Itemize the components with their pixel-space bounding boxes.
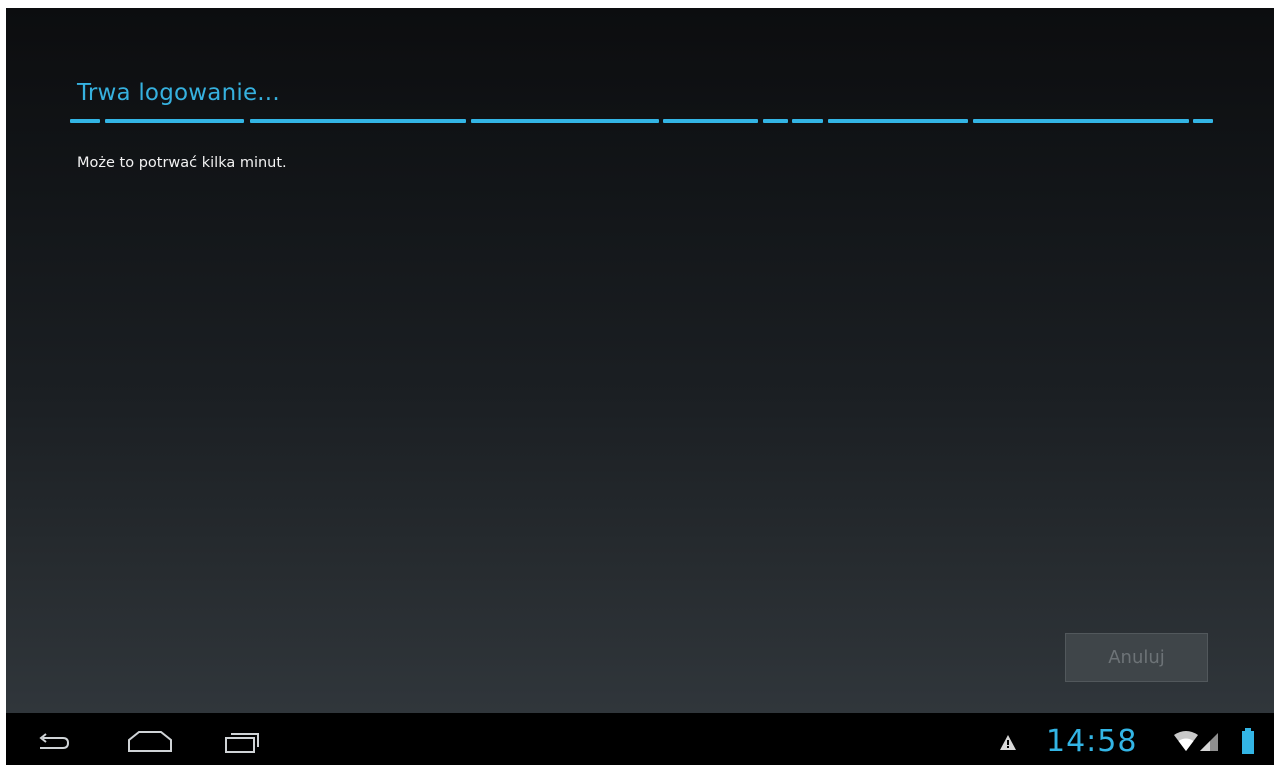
wifi-icon	[1174, 731, 1198, 751]
progress-segment	[763, 119, 788, 123]
login-progress-dialog: Trwa logowanie... Może to potrwać kilka …	[6, 8, 1274, 713]
screen: Trwa logowanie... Może to potrwać kilka …	[6, 8, 1274, 765]
progress-segment	[973, 119, 1189, 123]
progress-segment	[792, 119, 823, 123]
warning-icon	[1000, 735, 1016, 750]
progress-segment	[828, 119, 968, 123]
progress-segment	[663, 119, 758, 123]
progress-segment	[1193, 119, 1213, 123]
recent-apps-icon	[225, 733, 259, 753]
dialog-title: Trwa logowanie...	[77, 80, 280, 106]
dialog-message: Może to potrwać kilka minut.	[77, 155, 287, 171]
progress-segment	[105, 119, 244, 123]
recent-apps-button[interactable]	[222, 725, 266, 757]
home-button[interactable]	[124, 725, 172, 757]
status-clock: 14:58	[1046, 724, 1138, 759]
progress-segment	[70, 119, 100, 123]
signal-icon	[1200, 733, 1218, 751]
system-navigation-bar: 14:58	[6, 713, 1274, 765]
back-button[interactable]	[30, 725, 74, 757]
battery-icon	[1242, 728, 1254, 754]
back-icon	[39, 733, 70, 749]
indeterminate-progress-bar	[70, 119, 1213, 125]
home-icon	[128, 731, 172, 752]
cancel-button[interactable]: Anuluj	[1065, 633, 1208, 682]
progress-segment	[471, 119, 659, 123]
progress-segment	[250, 119, 466, 123]
